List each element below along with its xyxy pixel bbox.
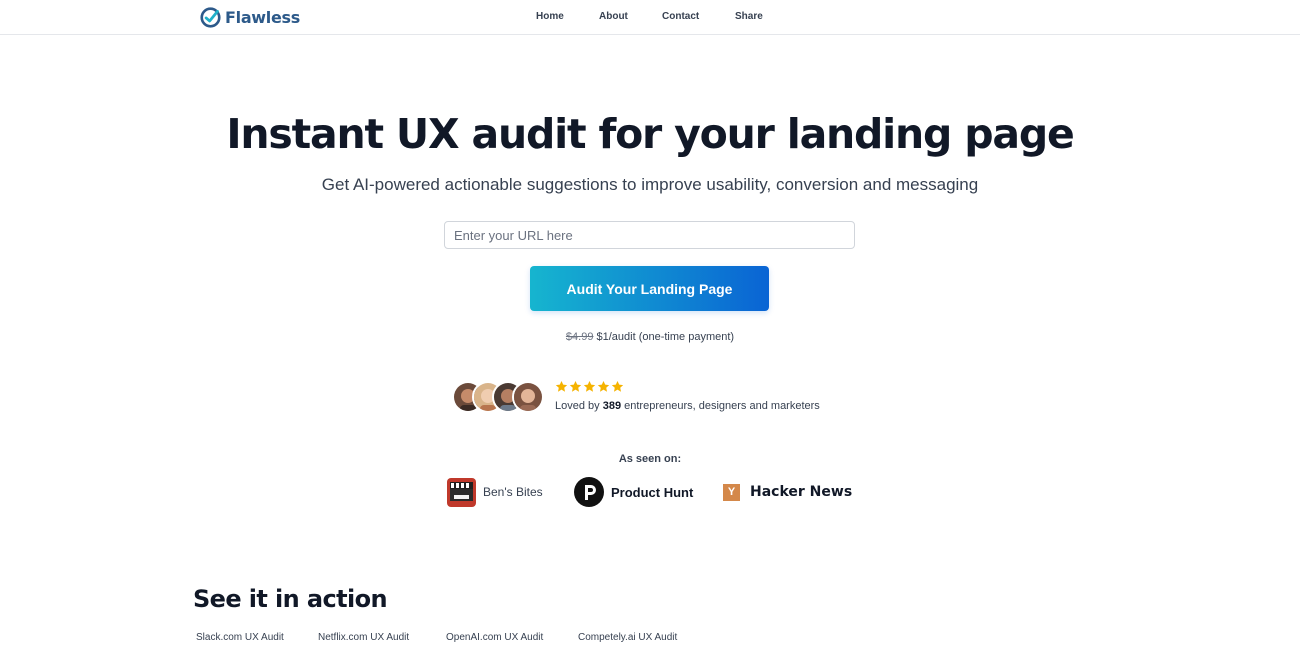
press-name: Ben's Bites (483, 485, 543, 499)
press-hacker-news[interactable]: Y Hacker News (723, 477, 852, 507)
nav-home[interactable]: Home (536, 11, 564, 22)
brand-name: Flawless (225, 7, 300, 27)
star-icon (555, 380, 568, 392)
bens-bites-icon (447, 477, 476, 507)
avatar-group (452, 381, 547, 414)
press-product-hunt[interactable]: Product Hunt (574, 477, 693, 507)
press-name: Hacker News (750, 484, 853, 500)
as-seen-on-label: As seen on: (618, 453, 682, 465)
star-icon (597, 380, 610, 392)
tab-slack-audit[interactable]: Slack.com UX Audit (196, 632, 284, 643)
loved-suffix: entrepreneurs, designers and marketers (624, 400, 820, 412)
tab-netflix-audit[interactable]: Netflix.com UX Audit (318, 632, 409, 643)
loved-by-text: Loved by 389 entrepreneurs, designers an… (555, 400, 820, 412)
new-price: $1/audit (one-time payment) (596, 331, 735, 343)
tab-openai-audit[interactable]: OpenAI.com UX Audit (446, 632, 543, 643)
audit-button[interactable]: Audit Your Landing Page (530, 266, 769, 311)
press-name: Product Hunt (611, 484, 694, 500)
star-icon (569, 380, 582, 392)
nav-share[interactable]: Share (735, 11, 763, 22)
rating-stars (555, 380, 624, 393)
avatar (512, 381, 544, 413)
loved-prefix: Loved by (555, 400, 600, 412)
top-header: Flawless Home About Contact Share (0, 0, 1300, 35)
user-count: 389 (602, 400, 622, 412)
section-title: See it in action (193, 585, 388, 613)
pricing: $4.99 $1/audit (one-time payment) (0, 331, 1300, 343)
logo-check-icon (200, 6, 221, 28)
star-icon (583, 380, 596, 392)
hero-title: Instant UX audit for your landing page (226, 110, 1074, 158)
star-icon (611, 380, 624, 392)
url-input[interactable] (444, 221, 855, 249)
brand-logo[interactable]: Flawless (200, 6, 300, 28)
nav-contact[interactable]: Contact (662, 11, 699, 22)
hacker-news-icon: Y (723, 483, 740, 501)
tab-competely-audit[interactable]: Competely.ai UX Audit (578, 632, 677, 643)
nav-about[interactable]: About (599, 11, 628, 22)
product-hunt-icon (574, 477, 604, 507)
old-price: $4.99 (565, 331, 594, 343)
press-bens-bites[interactable]: Ben's Bites (447, 477, 543, 507)
hero-subtitle: Get AI-powered actionable suggestions to… (321, 175, 979, 194)
